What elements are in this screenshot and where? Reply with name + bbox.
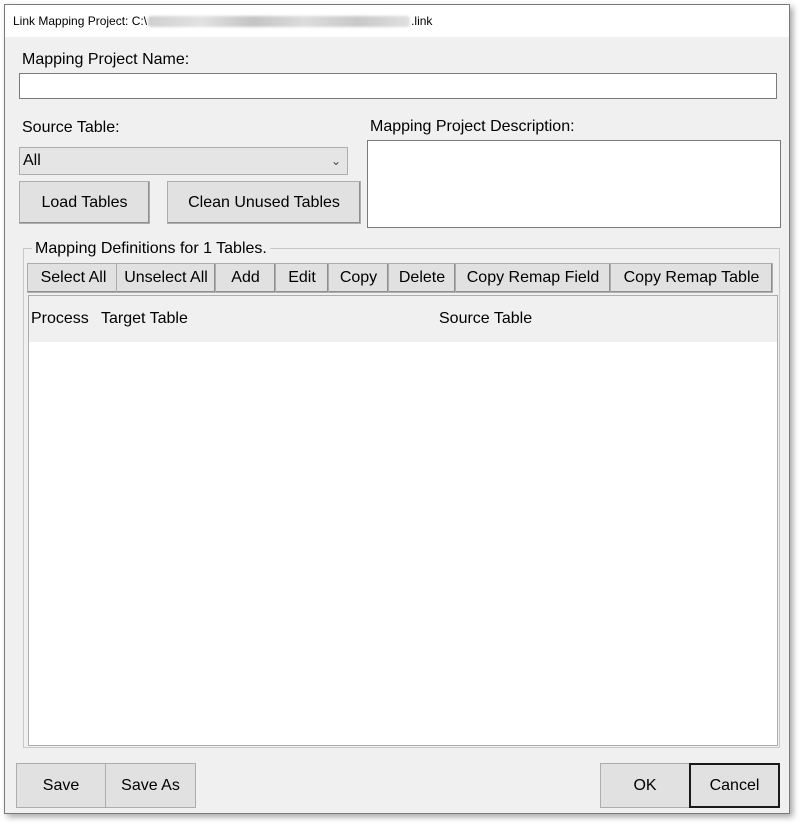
column-header-source-table[interactable]: Source Table	[439, 310, 532, 328]
edit-button[interactable]: Edit	[275, 263, 329, 293]
source-table-selected: All	[23, 152, 41, 169]
source-table-select[interactable]: All ⌄	[19, 147, 348, 175]
copy-button[interactable]: Copy	[328, 263, 389, 293]
window-title-suffix: .link	[411, 14, 433, 28]
window-title-prefix: Link Mapping Project: C:\	[13, 14, 148, 28]
column-header-process[interactable]: Process	[31, 310, 89, 328]
mapping-definitions-label: Mapping Definitions for 1 Tables.	[32, 240, 270, 258]
description-input[interactable]	[367, 140, 781, 228]
column-header-target-table[interactable]: Target Table	[101, 310, 188, 328]
copy-remap-field-button[interactable]: Copy Remap Field	[455, 263, 611, 293]
clean-unused-tables-button[interactable]: Clean Unused Tables	[167, 181, 361, 224]
description-label: Mapping Project Description:	[370, 118, 575, 135]
ok-button[interactable]: OK	[600, 763, 690, 808]
load-tables-button[interactable]: Load Tables	[19, 181, 150, 224]
project-name-input[interactable]	[19, 73, 777, 99]
delete-button[interactable]: Delete	[388, 263, 456, 293]
add-button[interactable]: Add	[215, 263, 276, 293]
mapping-definitions-list[interactable]: Process Target Table Source Table	[28, 295, 778, 746]
cancel-button[interactable]: Cancel	[689, 763, 780, 808]
title-bar[interactable]: Link Mapping Project: C:\ .link	[5, 5, 789, 37]
dialog-window: Link Mapping Project: C:\ .link Mapping P…	[4, 4, 790, 814]
chevron-down-icon: ⌄	[330, 154, 341, 168]
source-table-label: Source Table:	[22, 119, 120, 136]
select-all-button[interactable]: Select All	[27, 263, 120, 293]
unselect-all-button[interactable]: Unselect All	[116, 263, 216, 293]
list-header: Process Target Table Source Table	[29, 296, 777, 342]
copy-remap-table-button[interactable]: Copy Remap Table	[610, 263, 773, 293]
save-button[interactable]: Save	[16, 763, 106, 808]
redacted-path	[148, 16, 411, 28]
save-as-button[interactable]: Save As	[105, 763, 196, 808]
project-name-label: Mapping Project Name:	[22, 51, 190, 68]
